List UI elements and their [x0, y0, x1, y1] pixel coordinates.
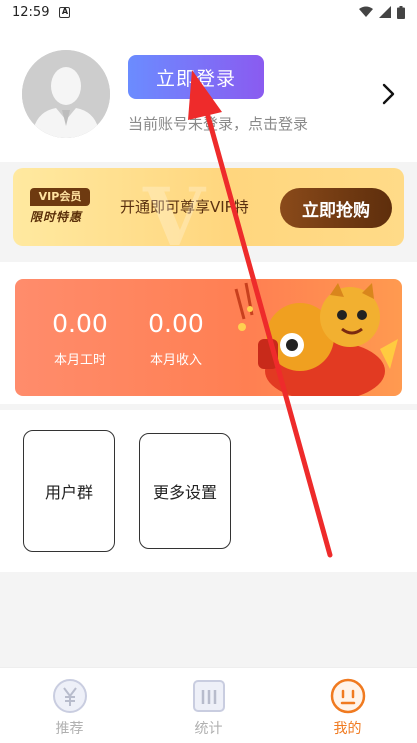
stat-hours-value: 0.00 — [52, 309, 108, 338]
stat-income-label: 本月收入 — [149, 353, 202, 368]
stat-monthly-income: 0.00 本月收入 — [131, 309, 221, 368]
status-icons — [359, 5, 405, 19]
default-avatar-icon — [22, 50, 110, 138]
stat-hours-label: 本月工时 — [53, 353, 106, 368]
user-group-button[interactable]: 用户群 — [23, 430, 115, 552]
actions-section: 用户群 更多设置 — [0, 410, 417, 572]
nav-label-mine: 我的 — [333, 721, 362, 737]
nav-item-stats[interactable]: 统计 — [139, 668, 278, 743]
stats-card: 0.00 本月工时 0.00 本月收入 — [15, 279, 402, 396]
face-icon — [330, 678, 365, 714]
status-time: 12:59 — [12, 4, 50, 20]
nav-item-mine[interactable]: 我的 — [278, 668, 417, 743]
login-button[interactable]: 立即登录 — [128, 55, 264, 99]
stats-icon — [192, 680, 225, 712]
more-settings-button[interactable]: 更多设置 — [139, 433, 231, 549]
vip-banner[interactable]: VIP会员 限时特惠 开通即可尊享VIP特 立即抢购 — [13, 168, 404, 246]
status-bar: 12:59 A — [0, 0, 417, 24]
stat-income-value: 0.00 — [148, 309, 204, 338]
wifi-icon — [359, 6, 373, 17]
stats-section: 0.00 本月工时 0.00 本月收入 — [0, 262, 417, 404]
signal-icon — [379, 6, 391, 18]
chevron-right-icon[interactable] — [376, 82, 400, 106]
tiger-illustration — [234, 282, 398, 396]
nav-label-stats: 统计 — [194, 721, 223, 737]
vip-promo-text: 开通即可尊享VIP特 — [120, 198, 249, 216]
buy-now-button[interactable]: 立即抢购 — [280, 188, 392, 228]
stat-monthly-hours: 0.00 本月工时 — [35, 309, 125, 368]
vip-badge: VIP会员 限时特惠 — [30, 188, 102, 224]
vip-badge-subtitle: 限时特惠 — [30, 210, 83, 224]
vip-badge-title: VIP会员 — [30, 188, 90, 206]
yen-icon — [52, 679, 87, 713]
bottom-nav: 推荐 统计 我的 — [0, 667, 417, 743]
avatar[interactable] — [22, 50, 110, 138]
notification-icon: A — [59, 6, 71, 18]
nav-label-recommend: 推荐 — [55, 721, 84, 737]
nav-item-recommend[interactable]: 推荐 — [0, 668, 139, 743]
login-hint[interactable]: 当前账号未登录，点击登录 — [128, 113, 308, 134]
profile-header[interactable]: 立即登录 当前账号未登录，点击登录 — [0, 24, 417, 162]
battery-icon — [397, 5, 405, 19]
